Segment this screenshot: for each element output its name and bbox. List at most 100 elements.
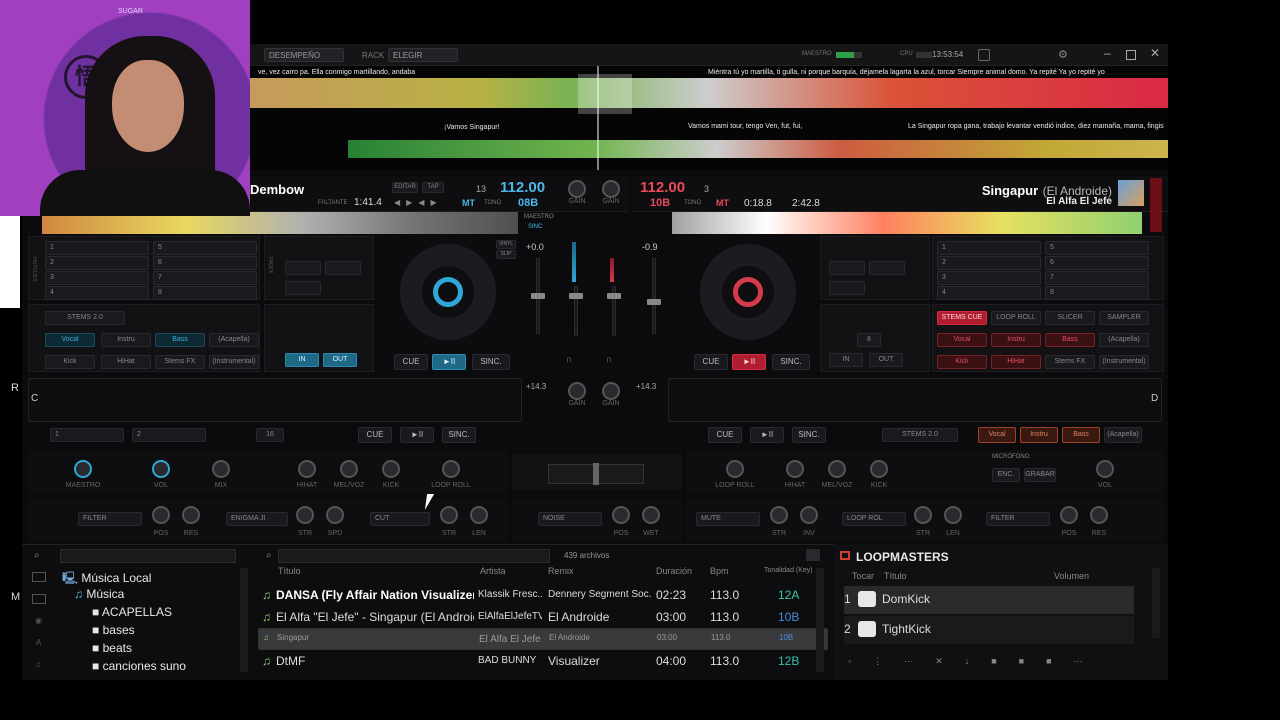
crossfader[interactable]: [548, 463, 644, 485]
pad-mode-stems-cue[interactable]: STEMS CUE: [937, 311, 987, 325]
stem-bass-right[interactable]: Bass: [1045, 333, 1095, 347]
fx-filter-right[interactable]: FILTER: [986, 512, 1050, 526]
lm-scrollbar[interactable]: [1152, 568, 1160, 638]
melvoz-knob-left[interactable]: [340, 460, 358, 478]
stem-fx-right[interactable]: Stems FX: [1045, 355, 1095, 369]
mode-select[interactable]: DESEMPEÑO: [264, 48, 344, 62]
table-row[interactable]: ♫ DtMF BAD BUNNY Visualizer 04:00 113.0 …: [258, 650, 828, 672]
stem-vocal-right[interactable]: Vocal: [937, 333, 987, 347]
hihat-knob-right[interactable]: [786, 460, 804, 478]
fx-spd-left[interactable]: [326, 506, 344, 524]
mic-enc-button[interactable]: ENC.: [992, 468, 1020, 482]
gain-knob-d[interactable]: [602, 382, 620, 400]
edit-button[interactable]: EDITAR: [392, 182, 418, 193]
browser-menu-icon[interactable]: [806, 549, 820, 561]
kick-knob-left[interactable]: [382, 460, 400, 478]
waveform-deck-b[interactable]: ¡Vamos Singapur! Vamos mami tour, tengo …: [248, 120, 1168, 170]
loop-roll-knob-right[interactable]: [726, 460, 744, 478]
tree-item-bases[interactable]: ■ bases: [92, 623, 135, 641]
stem-bass-left[interactable]: Bass: [155, 333, 205, 347]
cue-c[interactable]: CUE: [358, 427, 392, 443]
headphone-a-icon[interactable]: ∩: [566, 354, 572, 364]
jogwheel-left[interactable]: [400, 244, 496, 340]
fx-enigma[interactable]: ENIGMA JI: [226, 512, 288, 526]
hotcue-r-3[interactable]: 3: [937, 271, 1041, 285]
hotcue-6[interactable]: 6: [153, 256, 257, 270]
play-c[interactable]: ►II: [400, 427, 434, 443]
tree-scrollbar[interactable]: [240, 568, 248, 672]
fx-pos-left[interactable]: [152, 506, 170, 524]
headphone-b-icon[interactable]: ∩: [606, 354, 612, 364]
fx-str-left-1[interactable]: [296, 506, 314, 524]
padfx-right-slot-1[interactable]: [829, 261, 865, 275]
hotcue-r-5[interactable]: 5: [1045, 241, 1149, 255]
loop-size-left[interactable]: 16: [256, 428, 284, 442]
cue-left[interactable]: CUE: [394, 354, 428, 370]
tree-item-canciones-suno[interactable]: ■ canciones suno: [92, 659, 186, 677]
stems-preset-d[interactable]: STEMS 2.0: [882, 428, 958, 442]
fx-str-right-2[interactable]: [914, 506, 932, 524]
padfx-slot-1[interactable]: [285, 261, 321, 275]
hotcue-r-7[interactable]: 7: [1045, 271, 1149, 285]
fx-len-left[interactable]: [470, 506, 488, 524]
fx-str-left-2[interactable]: [440, 506, 458, 524]
lm-item[interactable]: 1 DomKick: [844, 586, 1134, 614]
fx-res-right[interactable]: [1090, 506, 1108, 524]
col-key[interactable]: Tonalidad (Key): [764, 567, 813, 574]
sync-right[interactable]: SINC.: [772, 354, 810, 370]
vinyl-left[interactable]: VINYL: [496, 240, 516, 249]
mic-record-button[interactable]: GRABAR: [1024, 468, 1056, 482]
pad-mode-slicer[interactable]: SLICER: [1045, 311, 1095, 325]
stem-instru-left[interactable]: Instru: [101, 333, 151, 347]
hotcue-8[interactable]: 8: [153, 286, 257, 300]
padfx-slot-2[interactable]: [325, 261, 361, 275]
stem-hihat-left[interactable]: HiHat: [101, 355, 151, 369]
fx-str-right-1[interactable]: [770, 506, 788, 524]
stems-preset-left[interactable]: STEMS 2.0: [45, 311, 125, 325]
hotcue-3[interactable]: 3: [45, 271, 149, 285]
waveform-deck-a[interactable]: ve, vez carro pa. Ella conmigo martillan…: [248, 66, 1168, 120]
record-icon[interactable]: [978, 49, 990, 61]
hotcue-r-1[interactable]: 1: [937, 241, 1041, 255]
slip-left[interactable]: SLIP: [496, 250, 516, 259]
stem-instrumental-right[interactable]: (Instrumental): [1099, 355, 1149, 369]
hotcue-7[interactable]: 7: [153, 271, 257, 285]
tree-item-musica[interactable]: ♫ Música: [74, 587, 124, 605]
fx-cut[interactable]: CUT: [370, 512, 430, 526]
hotcue-r-8[interactable]: 8: [1045, 286, 1149, 300]
hihat-knob-left[interactable]: [298, 460, 316, 478]
search-icon-2[interactable]: ⌕: [266, 550, 272, 561]
stem-acapella-right[interactable]: (Acapella): [1099, 333, 1149, 347]
col-bpm[interactable]: Bpm: [710, 566, 729, 576]
stem-hihat-right[interactable]: HiHat: [991, 355, 1041, 369]
gain-knob-a[interactable]: [568, 180, 586, 198]
sync-d[interactable]: SINC.: [792, 427, 826, 443]
cue-d[interactable]: CUE: [708, 427, 742, 443]
table-scrollbar[interactable]: [816, 568, 824, 672]
col-title[interactable]: Título: [278, 566, 301, 576]
gain-knob-b[interactable]: [602, 180, 620, 198]
close-icon[interactable]: ✕: [1150, 46, 1160, 60]
mix-knob[interactable]: [212, 460, 230, 478]
hotcue-r-2[interactable]: 2: [937, 256, 1041, 270]
stem-d-vocal[interactable]: Vocal: [978, 427, 1016, 443]
loop-out-left[interactable]: OUT: [323, 353, 357, 367]
stem-d-instru[interactable]: Instru: [1020, 427, 1058, 443]
tree-item-acapellas[interactable]: ■ ACAPELLAS: [92, 605, 172, 623]
hotcue-5[interactable]: 5: [153, 241, 257, 255]
fx-filter-left[interactable]: FILTER: [78, 512, 142, 526]
stem-fx-left[interactable]: Stems FX: [155, 355, 205, 369]
melvoz-knob-right[interactable]: [828, 460, 846, 478]
loop-in-right[interactable]: IN: [829, 353, 863, 367]
noise-select[interactable]: NOISE: [538, 512, 602, 526]
table-row[interactable]: ♫ El Alfa "El Jefe" - Singapur (El Andro…: [258, 606, 828, 628]
pitch-fader-right[interactable]: [647, 258, 661, 334]
main-search-input[interactable]: [278, 549, 550, 563]
loop-size-right[interactable]: 8: [857, 333, 881, 347]
table-row[interactable]: ♫ DANSA (Fly Affair Nation Visualizer) K…: [258, 584, 828, 606]
sampler-slot-2[interactable]: 2: [132, 428, 206, 442]
padfx-right-slot-3[interactable]: [829, 281, 865, 295]
hotcue-r-4[interactable]: 4: [937, 286, 1041, 300]
lm-item[interactable]: 2 TightKick: [844, 616, 1134, 644]
play-left[interactable]: ►II: [432, 354, 466, 370]
